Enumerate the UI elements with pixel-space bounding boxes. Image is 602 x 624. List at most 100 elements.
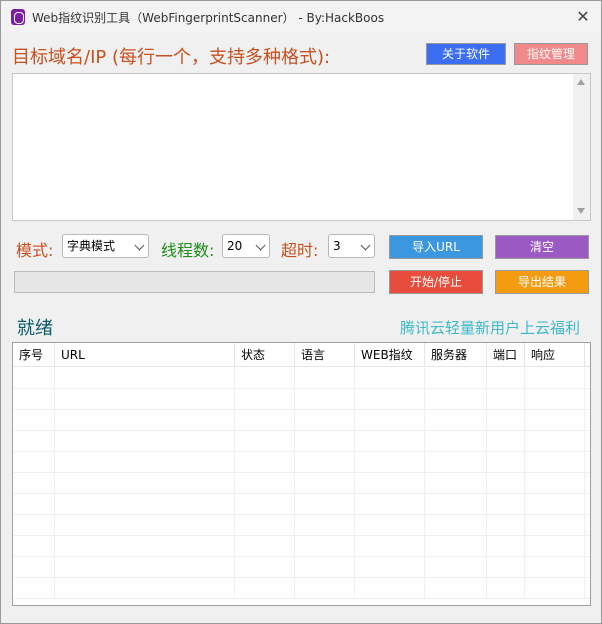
table-row [13,389,590,410]
target-input-textarea[interactable] [12,73,591,221]
table-cell [13,431,55,452]
table-cell [235,431,295,452]
results-table[interactable]: 序号 URL 状态 语言 WEB指纹 服务器 端口 响应 [12,342,591,606]
export-results-button[interactable]: 导出结果 [495,270,589,294]
table-cell [295,389,355,410]
column-header-server[interactable]: 服务器 [425,343,487,367]
start-stop-button[interactable]: 开始/停止 [389,270,483,294]
table-cell [13,557,55,578]
chevron-down-icon [255,240,266,251]
table-row [13,578,590,599]
about-button[interactable]: 关于软件 [426,43,506,65]
table-cell [425,389,487,410]
table-cell [355,578,425,599]
table-cell [235,557,295,578]
table-cell [355,431,425,452]
table-cell [235,515,295,536]
table-cell [55,473,235,494]
table-cell [13,410,55,431]
table-cell [235,473,295,494]
table-cell [355,557,425,578]
app-fingerprint-icon [11,9,25,25]
table-cell [55,494,235,515]
table-cell [355,536,425,557]
table-cell [487,578,525,599]
column-header-web-fingerprint[interactable]: WEB指纹 [355,343,425,367]
table-cell [55,431,235,452]
table-cell [13,536,55,557]
column-header-port[interactable]: 端口 [487,343,525,367]
table-cell [55,515,235,536]
table-cell [13,578,55,599]
table-cell [487,389,525,410]
scroll-up-arrow-icon[interactable] [577,79,585,85]
table-cell [425,368,487,389]
table-cell [487,536,525,557]
fingerprint-manage-button[interactable]: 指纹管理 [514,43,588,65]
table-row [13,536,590,557]
timeout-select-value: 3 [333,239,341,253]
promo-link[interactable]: 腾讯云轻量新用户上云福利 [400,317,580,338]
mode-select-value: 字典模式 [67,239,116,253]
target-input-label: 目标域名/IP (每行一个，支持多种格式): [12,47,331,68]
scroll-down-arrow-icon[interactable] [577,208,585,214]
table-row [13,515,590,536]
clear-button[interactable]: 清空 [495,235,589,259]
table-cell [55,536,235,557]
mode-label: 模式: [16,241,54,260]
table-cell [525,494,585,515]
table-cell [487,431,525,452]
timeout-select[interactable]: 3 [328,234,375,258]
table-cell [55,578,235,599]
column-header-index[interactable]: 序号 [13,343,55,367]
table-row [13,431,590,452]
table-cell [525,410,585,431]
textarea-scrollbar[interactable] [573,74,590,220]
table-cell [355,473,425,494]
table-cell [425,494,487,515]
threads-label: 线程数: [161,241,215,260]
table-cell [295,431,355,452]
table-row [13,557,590,578]
status-text: 就绪 [17,318,53,339]
table-cell [525,368,585,389]
table-cell [235,578,295,599]
table-cell [425,431,487,452]
threads-select[interactable]: 20 [222,234,270,258]
table-cell [487,494,525,515]
mode-select[interactable]: 字典模式 [62,234,149,258]
timeout-label: 超时: [281,241,319,260]
table-cell [525,557,585,578]
table-cell [425,473,487,494]
import-url-button[interactable]: 导入URL [389,235,483,259]
table-cell [13,368,55,389]
table-cell [525,578,585,599]
column-header-response[interactable]: 响应 [525,343,585,367]
table-cell [525,452,585,473]
table-cell [295,536,355,557]
table-cell [235,452,295,473]
title-bar[interactable]: Web指纹识别工具（WebFingerprintScanner） - By:Ha… [1,1,601,33]
table-cell [55,410,235,431]
table-cell [295,473,355,494]
column-header-url[interactable]: URL [55,343,235,367]
chevron-down-icon [134,240,145,251]
table-cell [487,557,525,578]
table-cell [487,515,525,536]
table-cell [425,515,487,536]
main-window: Web指纹识别工具（WebFingerprintScanner） - By:Ha… [0,0,602,624]
column-header-language[interactable]: 语言 [295,343,355,367]
close-button[interactable]: ✕ [573,7,593,27]
table-cell [487,473,525,494]
table-cell [13,452,55,473]
table-row [13,368,590,389]
table-cell [55,368,235,389]
table-cell [295,494,355,515]
table-row [13,410,590,431]
table-cell [295,368,355,389]
column-header-status[interactable]: 状态 [235,343,295,367]
table-cell [425,578,487,599]
table-row [13,473,590,494]
table-cell [355,452,425,473]
table-cell [295,557,355,578]
